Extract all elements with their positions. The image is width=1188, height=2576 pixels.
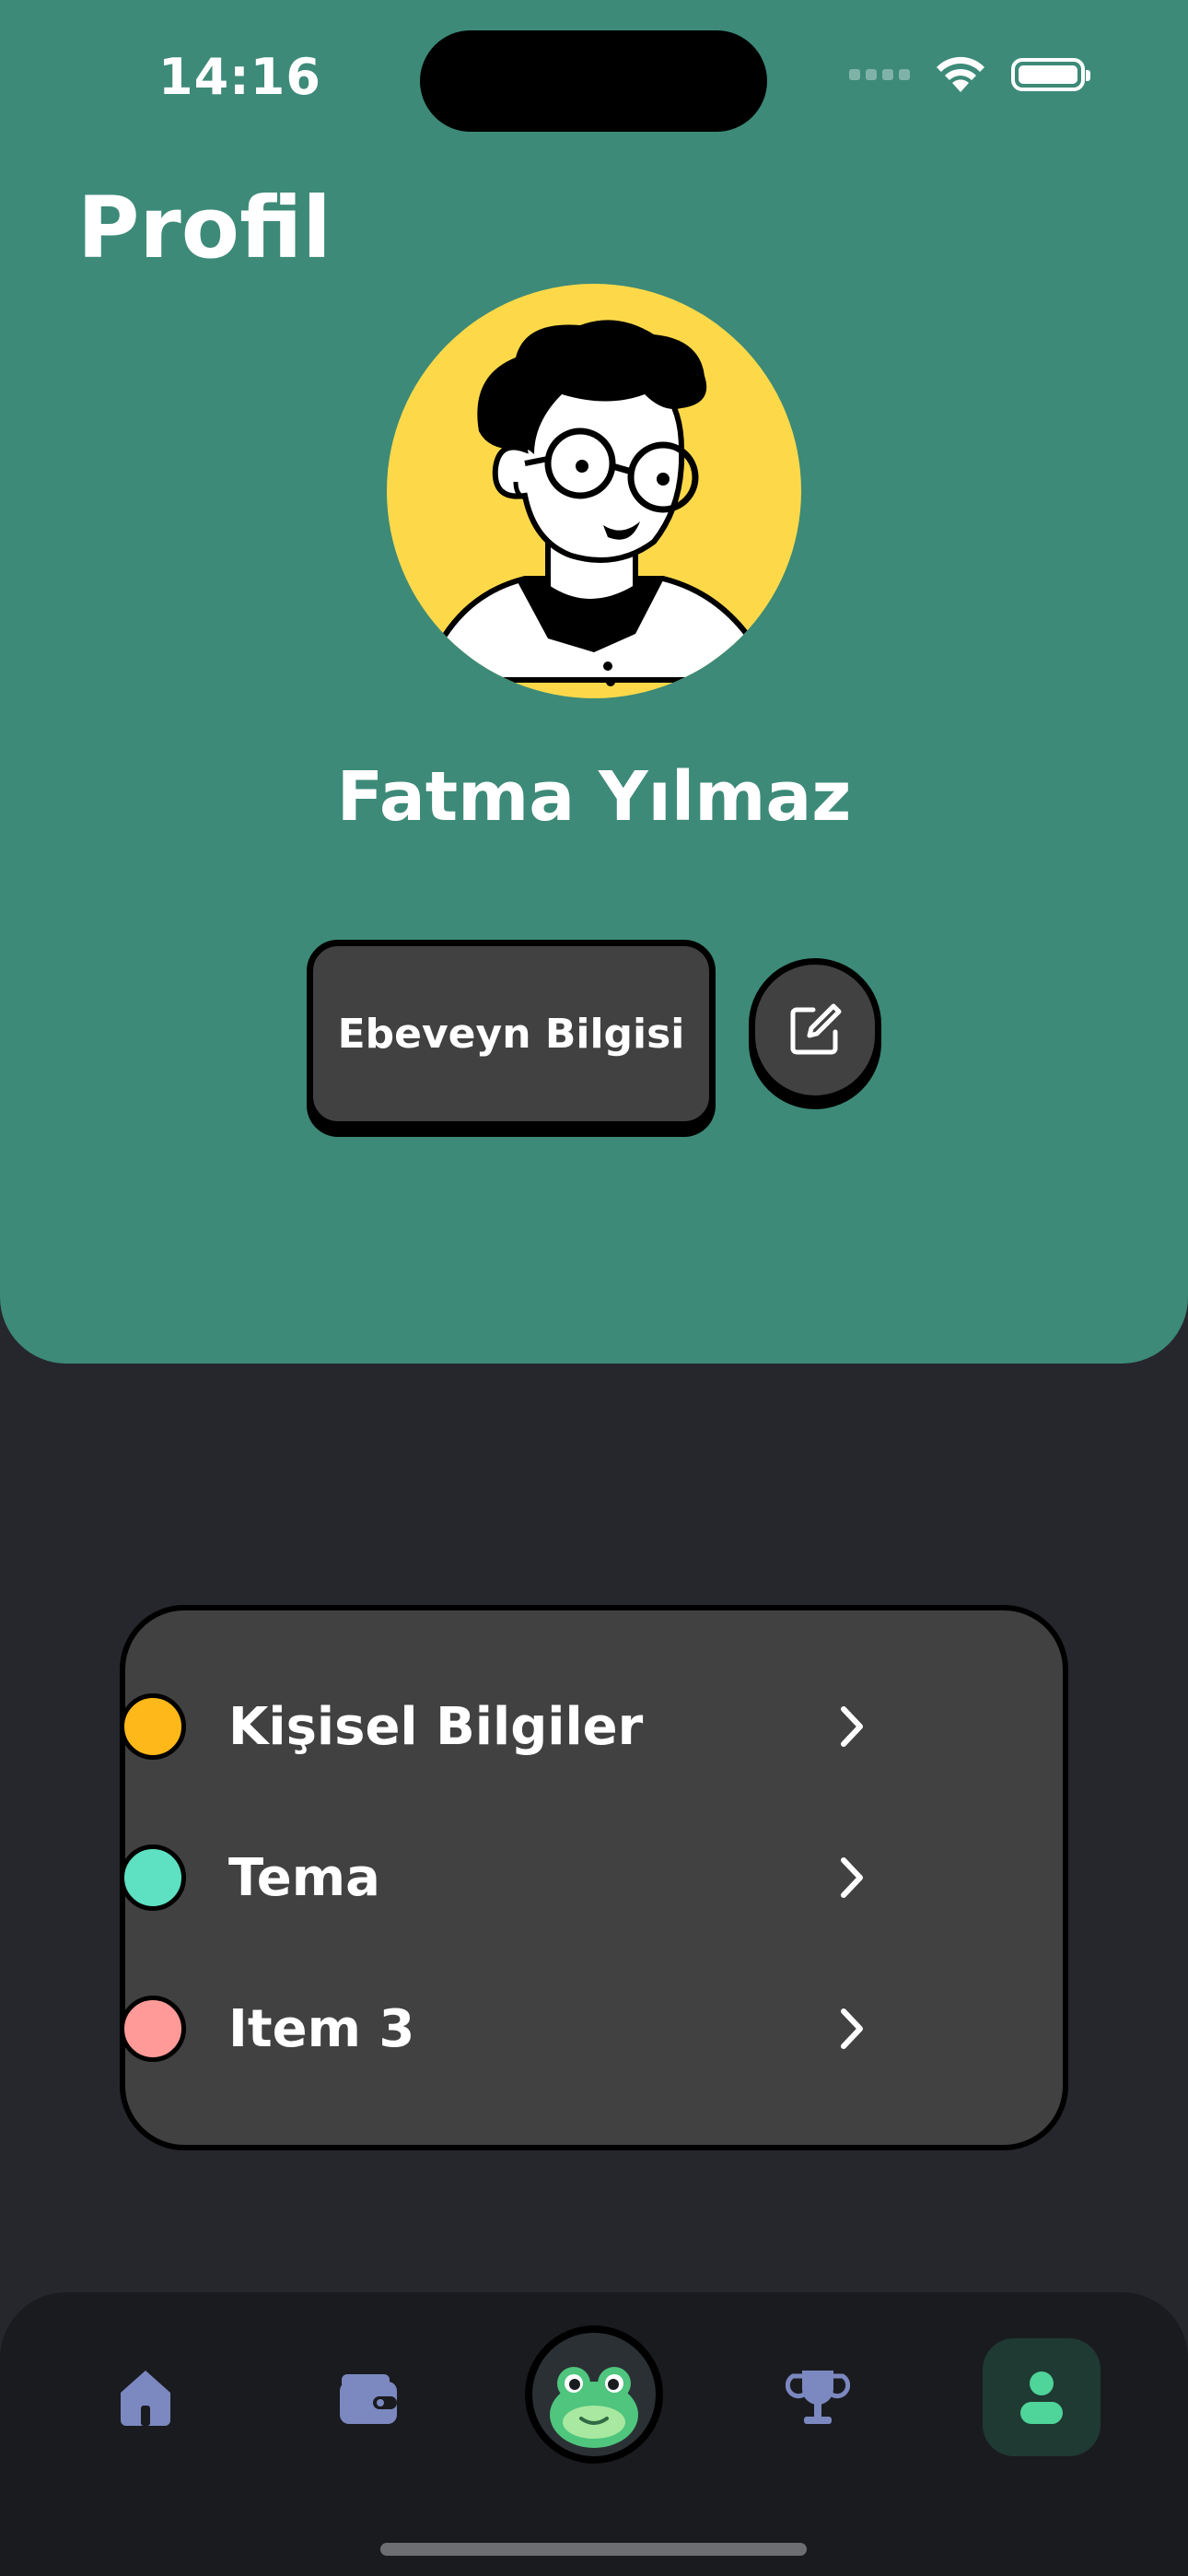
tab-home[interactable] [87,2338,204,2456]
menu-item-theme[interactable]: Tema [120,1832,967,1924]
tab-profile[interactable] [983,2338,1101,2456]
edit-icon [790,1003,842,1055]
menu-color-dot [120,1996,186,2062]
menu-item-label: Kişisel Bilgiler [228,1696,644,1757]
menu-color-dot [120,1693,186,1760]
status-icons [849,55,1090,94]
avatar [387,284,801,698]
profile-icon [1020,2371,1063,2424]
home-icon [121,2371,170,2426]
edit-profile-button[interactable] [749,958,881,1102]
parent-info-label: Ebeveyn Bilgisi [337,1010,685,1058]
trophy-icon [786,2371,850,2424]
frog-mascot-icon [532,2333,656,2456]
avatar-illustration [419,320,778,686]
profile-screen: 14:16 Profil Fatma Yılmaz Ebeveyn Bilgis… [0,0,1188,2576]
wifi-icon [937,56,984,92]
chevron-right-icon [833,1704,870,1750]
menu-item-label: Tema [228,1847,380,1908]
chevron-right-icon [833,2006,870,2052]
status-time: 14:16 [158,48,321,106]
dynamic-island [420,30,767,132]
cellular-signal-icon [849,69,910,80]
tab-mascot[interactable] [525,2325,663,2464]
battery-icon [1011,58,1090,91]
wallet-icon [340,2374,397,2424]
tab-trophy[interactable] [759,2338,877,2456]
menu-item-personal-info[interactable]: Kişisel Bilgiler [120,1680,967,1773]
home-indicator [380,2543,807,2556]
page-title: Profil [77,179,332,277]
menu-item-label: Item 3 [228,1998,415,2059]
menu-item-3[interactable]: Item 3 [120,1983,967,2075]
chevron-right-icon [833,1855,870,1901]
menu-color-dot [120,1844,186,1911]
tab-wallet[interactable] [309,2338,427,2456]
user-name: Fatma Yılmaz [336,757,852,837]
parent-info-button[interactable]: Ebeveyn Bilgisi [307,940,716,1128]
